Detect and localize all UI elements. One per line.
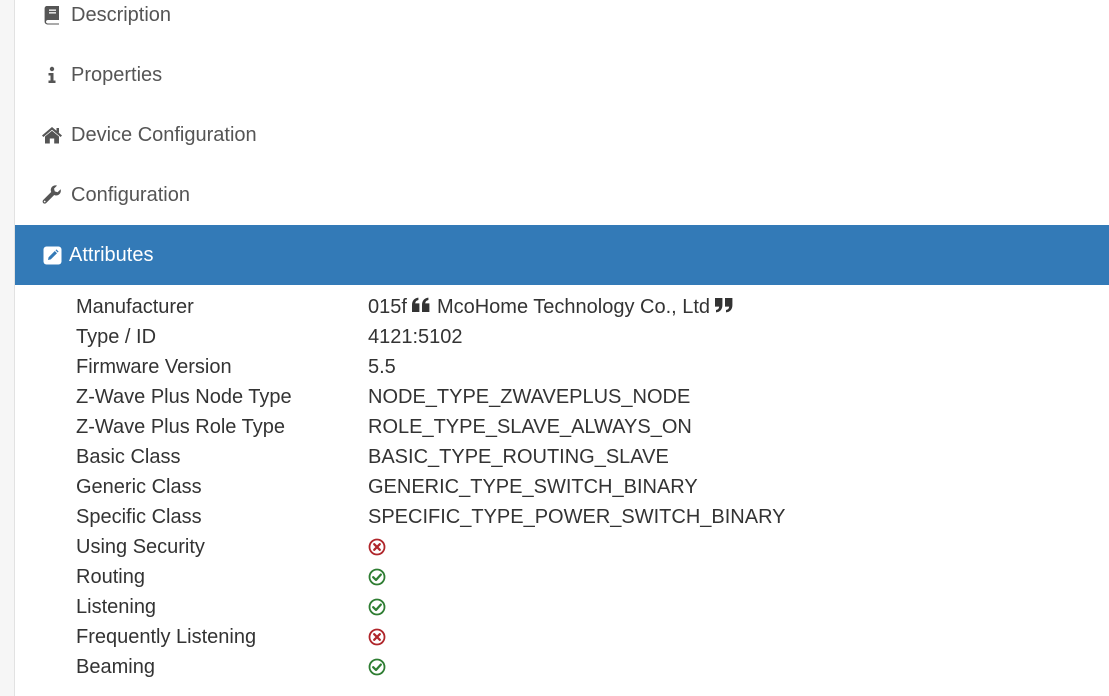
attribute-row-listening: Listening [15, 592, 1109, 622]
attribute-row-type-id: Type / ID 4121:5102 [15, 322, 1109, 352]
attribute-label: Firmware Version [76, 355, 232, 378]
attribute-label: Using Security [76, 535, 205, 558]
attribute-row-role-type: Z-Wave Plus Role Type ROLE_TYPE_SLAVE_AL… [15, 412, 1109, 442]
check-circle-icon [368, 658, 386, 676]
attribute-row-manufacturer: Manufacturer 015f McoHome Technology Co.… [15, 292, 1109, 322]
quote-right-icon [714, 297, 736, 317]
attribute-label: Manufacturer [76, 295, 194, 318]
attribute-label: Type / ID [76, 325, 157, 348]
attribute-row-routing: Routing [15, 562, 1109, 592]
left-gutter [0, 0, 15, 696]
book-icon [41, 4, 63, 26]
info-icon [41, 64, 63, 86]
attribute-label: Basic Class [76, 445, 181, 468]
wrench-icon [41, 184, 63, 206]
nav-item-configuration[interactable]: Configuration [15, 165, 1109, 225]
attribute-value [368, 628, 386, 646]
nav-item-label: Device Configuration [71, 123, 257, 146]
attribute-row-node-type: Z-Wave Plus Node Type NODE_TYPE_ZWAVEPLU… [15, 382, 1109, 412]
home-icon [41, 124, 63, 146]
attribute-value: NODE_TYPE_ZWAVEPLUS_NODE [368, 385, 691, 408]
attribute-row-beaming: Beaming [15, 652, 1109, 682]
attribute-label: Generic Class [76, 475, 202, 498]
attribute-row-firmware-version: Firmware Version 5.5 [15, 352, 1109, 382]
attribute-label: Frequently Listening [76, 625, 257, 648]
attribute-value [368, 538, 386, 556]
nav-item-label: Description [71, 3, 172, 26]
attribute-label: Listening [76, 595, 157, 618]
nav-item-label: Configuration [71, 183, 190, 206]
nav-item-label: Properties [71, 63, 163, 86]
times-circle-icon [368, 538, 386, 556]
attribute-row-basic-class: Basic Class BASIC_TYPE_ROUTING_SLAVE [15, 442, 1109, 472]
times-circle-icon [368, 628, 386, 646]
attribute-value [368, 568, 386, 586]
attribute-label: Beaming [76, 655, 155, 678]
attribute-row-frequently-listening: Frequently Listening [15, 622, 1109, 652]
nav-item-attributes[interactable]: Attributes [15, 225, 1109, 285]
attribute-value: 5.5 [368, 355, 396, 378]
nav-item-description[interactable]: Description [15, 0, 1109, 45]
attribute-row-using-security: Using Security [15, 532, 1109, 562]
attributes-table: Manufacturer 015f McoHome Technology Co.… [15, 292, 1109, 682]
attribute-label: Z-Wave Plus Role Type [76, 415, 285, 438]
attribute-row-generic-class: Generic Class GENERIC_TYPE_SWITCH_BINARY [15, 472, 1109, 502]
attribute-label: Z-Wave Plus Node Type [76, 385, 292, 408]
manufacturer-code: 015f [368, 295, 407, 318]
attribute-value: GENERIC_TYPE_SWITCH_BINARY [368, 475, 698, 498]
attribute-label: Specific Class [76, 505, 202, 528]
attribute-value: BASIC_TYPE_ROUTING_SLAVE [368, 445, 669, 468]
quote-left-icon [411, 297, 433, 317]
nav-item-device-configuration[interactable]: Device Configuration [15, 105, 1109, 165]
attribute-value: SPECIFIC_TYPE_POWER_SWITCH_BINARY [368, 505, 786, 528]
attribute-label: Routing [76, 565, 145, 588]
attribute-value: 015f McoHome Technology Co., Ltd [368, 296, 740, 319]
attribute-value: ROLE_TYPE_SLAVE_ALWAYS_ON [368, 415, 692, 438]
attribute-value: 4121:5102 [368, 325, 463, 348]
check-circle-icon [368, 568, 386, 586]
edit-icon [41, 244, 63, 266]
nav-item-properties[interactable]: Properties [15, 45, 1109, 105]
manufacturer-name: McoHome Technology Co., Ltd [436, 295, 711, 318]
check-circle-icon [368, 598, 386, 616]
attribute-value [368, 598, 386, 616]
attribute-value [368, 658, 386, 676]
device-detail-panel: Description Properties Device Configurat… [15, 0, 1109, 696]
nav-item-label: Attributes [69, 243, 154, 266]
attribute-row-specific-class: Specific Class SPECIFIC_TYPE_POWER_SWITC… [15, 502, 1109, 532]
